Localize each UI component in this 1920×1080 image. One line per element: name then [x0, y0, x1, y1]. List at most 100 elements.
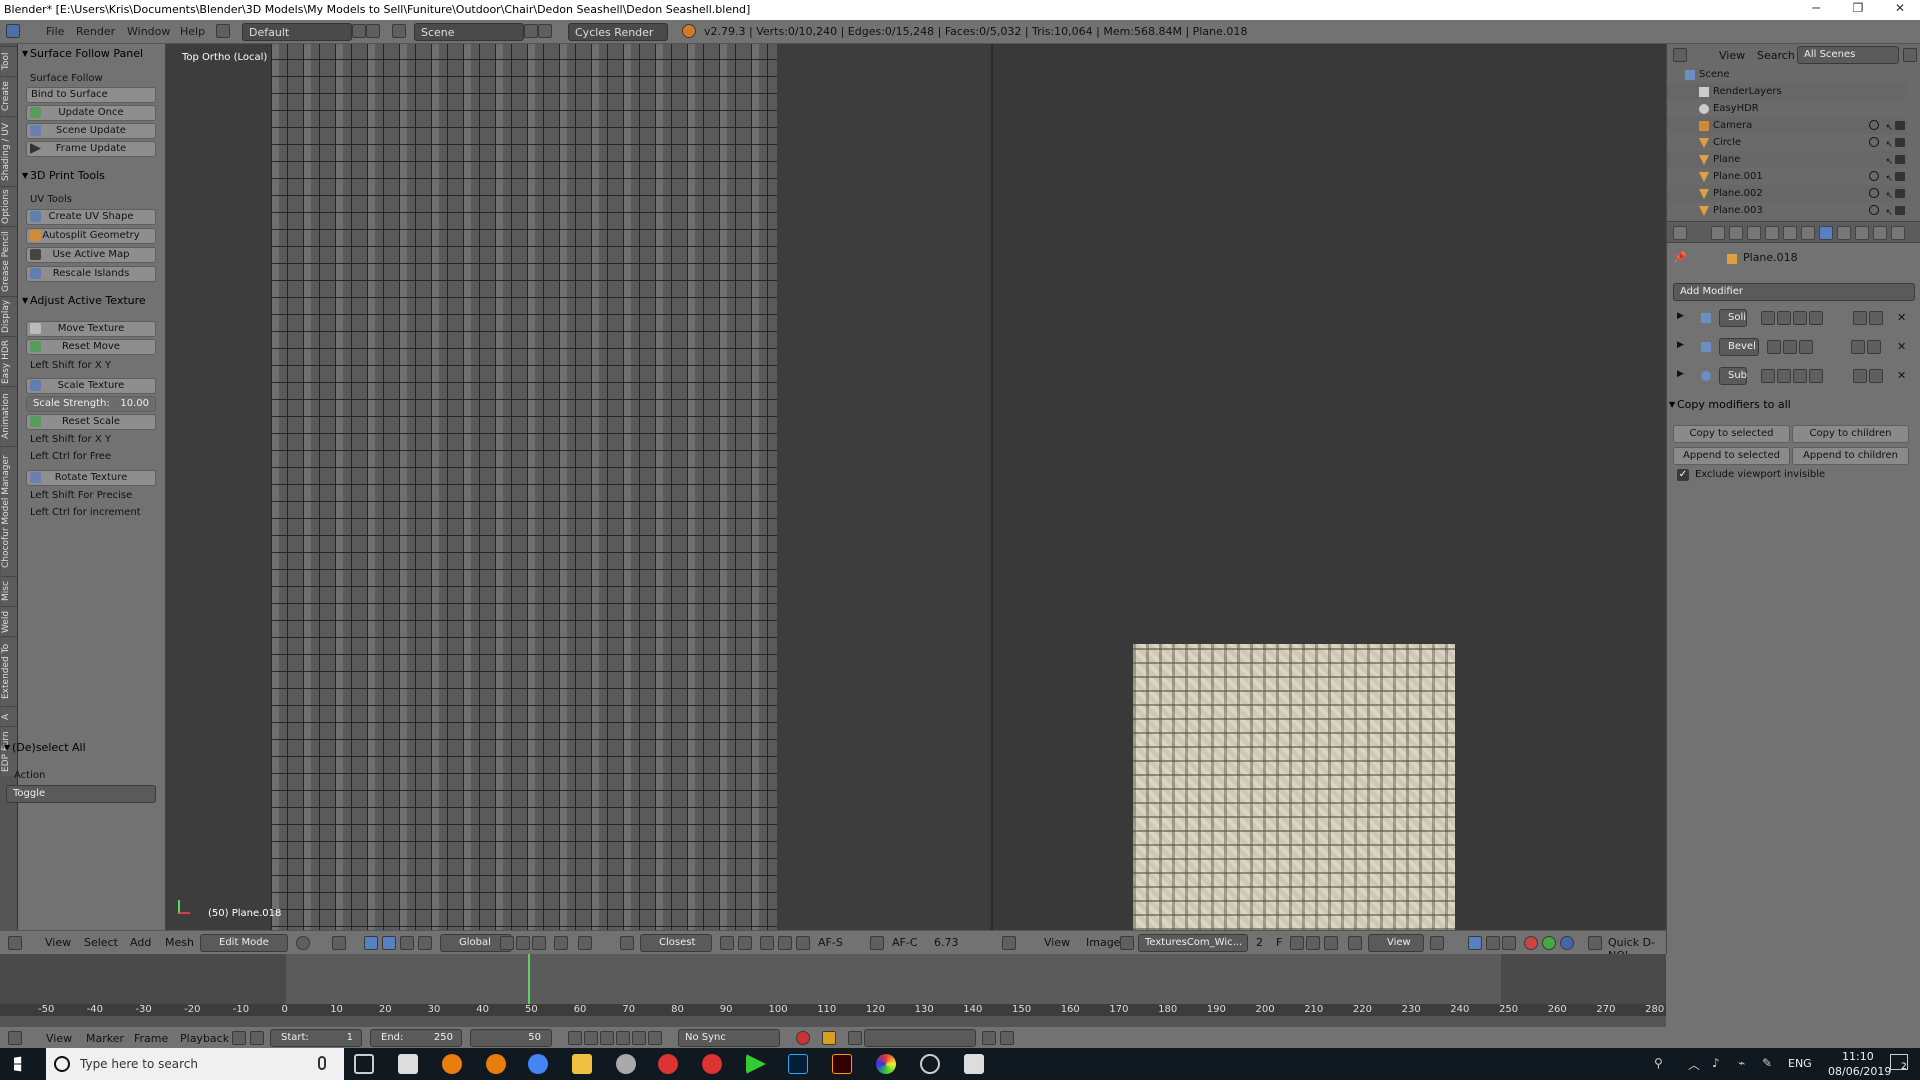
- cage-toggle-icon[interactable]: [1809, 369, 1823, 383]
- menu-render[interactable]: Render: [76, 25, 115, 38]
- tab-tool[interactable]: Tool: [1, 46, 17, 76]
- timeline-menu-view[interactable]: View: [46, 1032, 72, 1045]
- play-icon[interactable]: [616, 1031, 630, 1045]
- exclude-checkbox[interactable]: ✓: [1677, 469, 1689, 481]
- app-icon-2[interactable]: [658, 1054, 678, 1074]
- timeline[interactable]: -50 -40 -30 -20 -10 0 10 20 30 40 50 60 70 80 90 100 110…: [0, 954, 1666, 1026]
- world-tab-icon[interactable]: [1765, 226, 1779, 240]
- append-to-children-button[interactable]: Append to children: [1792, 447, 1909, 465]
- adjust-texture-panel-header[interactable]: Adjust Active Texture: [20, 291, 164, 311]
- particles-tab-icon[interactable]: [1891, 226, 1905, 240]
- photos-icon[interactable]: [964, 1054, 984, 1074]
- select-arrow-icon[interactable]: ↖: [1885, 205, 1893, 222]
- layout-add-icon[interactable]: [352, 24, 366, 38]
- record-icon[interactable]: [796, 1031, 810, 1045]
- tray-chevron-icon[interactable]: ︿: [1688, 1056, 1700, 1073]
- outliner-item-plane-003[interactable]: Plane.003 ↖: [1667, 202, 1907, 219]
- scale-texture-button[interactable]: Scale Texture: [26, 378, 156, 394]
- clock-date[interactable]: 08/06/2019: [1828, 1065, 1891, 1078]
- info-editor-icon[interactable]: [6, 24, 20, 38]
- keying-set-field[interactable]: [864, 1029, 976, 1047]
- modifiers-tab-icon[interactable]: [1819, 226, 1833, 240]
- 3d-viewport[interactable]: Top Ortho (Local) (50) Plane.018: [166, 44, 992, 944]
- lock-frame-icon[interactable]: [250, 1031, 264, 1045]
- opengl-icon[interactable]: [796, 936, 810, 950]
- rescale-islands-button[interactable]: Rescale Islands: [26, 266, 156, 282]
- language-indicator[interactable]: ENG: [1788, 1057, 1812, 1070]
- uv-sync-icon[interactable]: [1468, 936, 1482, 950]
- update-once-button[interactable]: Update Once: [26, 105, 156, 121]
- keyframe-icon[interactable]: [848, 1031, 862, 1045]
- move-up-icon[interactable]: [1853, 311, 1867, 325]
- tab-animation[interactable]: Animation: [1, 386, 17, 446]
- green-channel-icon[interactable]: [1542, 936, 1556, 950]
- chrome-icon[interactable]: [528, 1054, 548, 1074]
- outliner-type-icon[interactable]: [1673, 48, 1687, 62]
- volume-icon[interactable]: ♪: [1712, 1056, 1720, 1070]
- play-reverse-icon[interactable]: [600, 1031, 614, 1045]
- outliner-search-icon[interactable]: [1903, 48, 1917, 62]
- insert-key-icon[interactable]: [982, 1031, 996, 1045]
- outliner-item-camera[interactable]: Camera ↖: [1667, 117, 1907, 134]
- sync-mode-select[interactable]: No Sync: [678, 1029, 780, 1047]
- proportional-icon[interactable]: [578, 936, 592, 950]
- image-editor-type-icon[interactable]: [1002, 936, 1016, 950]
- frame-update-button[interactable]: Frame Update: [26, 141, 156, 157]
- close-button[interactable]: ✕: [1880, 1, 1920, 15]
- visibility-eye-icon[interactable]: [1869, 120, 1879, 130]
- menu-select[interactable]: Select: [84, 936, 118, 949]
- windows-start-icon[interactable]: [14, 1056, 22, 1072]
- render-engine-select[interactable]: Cycles Render: [568, 23, 668, 41]
- timeline-type-icon[interactable]: [8, 1031, 22, 1045]
- end-frame-field[interactable]: End: 250: [370, 1029, 462, 1047]
- view-mode-select[interactable]: View: [1368, 934, 1424, 952]
- data-tab-icon[interactable]: [1837, 226, 1851, 240]
- outliner-item-plane-002[interactable]: Plane.002 ↖: [1667, 185, 1907, 202]
- af-icon[interactable]: [870, 936, 884, 950]
- fake-user-button[interactable]: F: [1276, 936, 1282, 949]
- taskbar-search-input[interactable]: Type here to search: [46, 1048, 344, 1080]
- rotate-manip-icon[interactable]: [400, 936, 414, 950]
- media-player-icon[interactable]: [746, 1054, 766, 1074]
- material-tab-icon[interactable]: [1855, 226, 1869, 240]
- pen-icon[interactable]: ✎: [1762, 1056, 1772, 1070]
- use-active-map-button[interactable]: Use Active Map: [26, 247, 156, 263]
- move-up-icon[interactable]: [1851, 340, 1865, 354]
- scale-strength-field[interactable]: Scale Strength: 10.00: [26, 396, 156, 412]
- start-frame-field[interactable]: Start: 1: [270, 1029, 362, 1047]
- render-camera-icon[interactable]: [1895, 206, 1905, 215]
- mesh-plane[interactable]: [271, 44, 777, 944]
- tab-misc[interactable]: Misc: [1, 576, 17, 606]
- jump-start-icon[interactable]: [568, 1031, 582, 1045]
- deselect-all-panel-header[interactable]: (De)select All: [2, 738, 146, 758]
- snap-align-icon[interactable]: [720, 936, 734, 950]
- render-anim-icon[interactable]: [778, 936, 792, 950]
- expand-arrow-icon[interactable]: ▶: [1677, 369, 1684, 379]
- app-icon-1[interactable]: [616, 1054, 636, 1074]
- append-to-selected-button[interactable]: Append to selected: [1673, 447, 1790, 465]
- aperture-icon[interactable]: [920, 1054, 940, 1074]
- calculator-icon[interactable]: [398, 1054, 418, 1074]
- current-frame-field[interactable]: 50: [470, 1029, 552, 1047]
- viewport-toggle-icon[interactable]: [1777, 369, 1791, 383]
- pin-icon[interactable]: 📌: [1673, 251, 1687, 264]
- keying-set-icon[interactable]: [822, 1031, 836, 1045]
- menu-view[interactable]: View: [45, 936, 71, 949]
- app-icon-3[interactable]: [702, 1054, 722, 1074]
- microphone-icon[interactable]: [318, 1056, 326, 1070]
- outliner-menu-search[interactable]: Search: [1757, 49, 1795, 62]
- image-editor[interactable]: [993, 44, 1665, 944]
- scene-remove-icon[interactable]: [538, 24, 552, 38]
- modifier-bevel[interactable]: ▶ Bevel ✕: [1673, 335, 1915, 359]
- timeline-menu-frame[interactable]: Frame: [134, 1032, 168, 1045]
- af-c-button[interactable]: AF-C: [892, 936, 918, 949]
- pivot-image-icon[interactable]: [1430, 936, 1444, 950]
- occlude-icon[interactable]: [554, 936, 568, 950]
- modifier-name-field[interactable]: Soli: [1719, 309, 1747, 327]
- task-view-icon[interactable]: [354, 1054, 374, 1074]
- blue-channel-icon[interactable]: [1560, 936, 1574, 950]
- reset-scale-button[interactable]: Reset Scale: [26, 414, 156, 430]
- color-app-icon[interactable]: [876, 1054, 896, 1074]
- value-field[interactable]: 6.73: [934, 936, 959, 949]
- outliner-item-easyhdr[interactable]: EasyHDR: [1667, 100, 1907, 117]
